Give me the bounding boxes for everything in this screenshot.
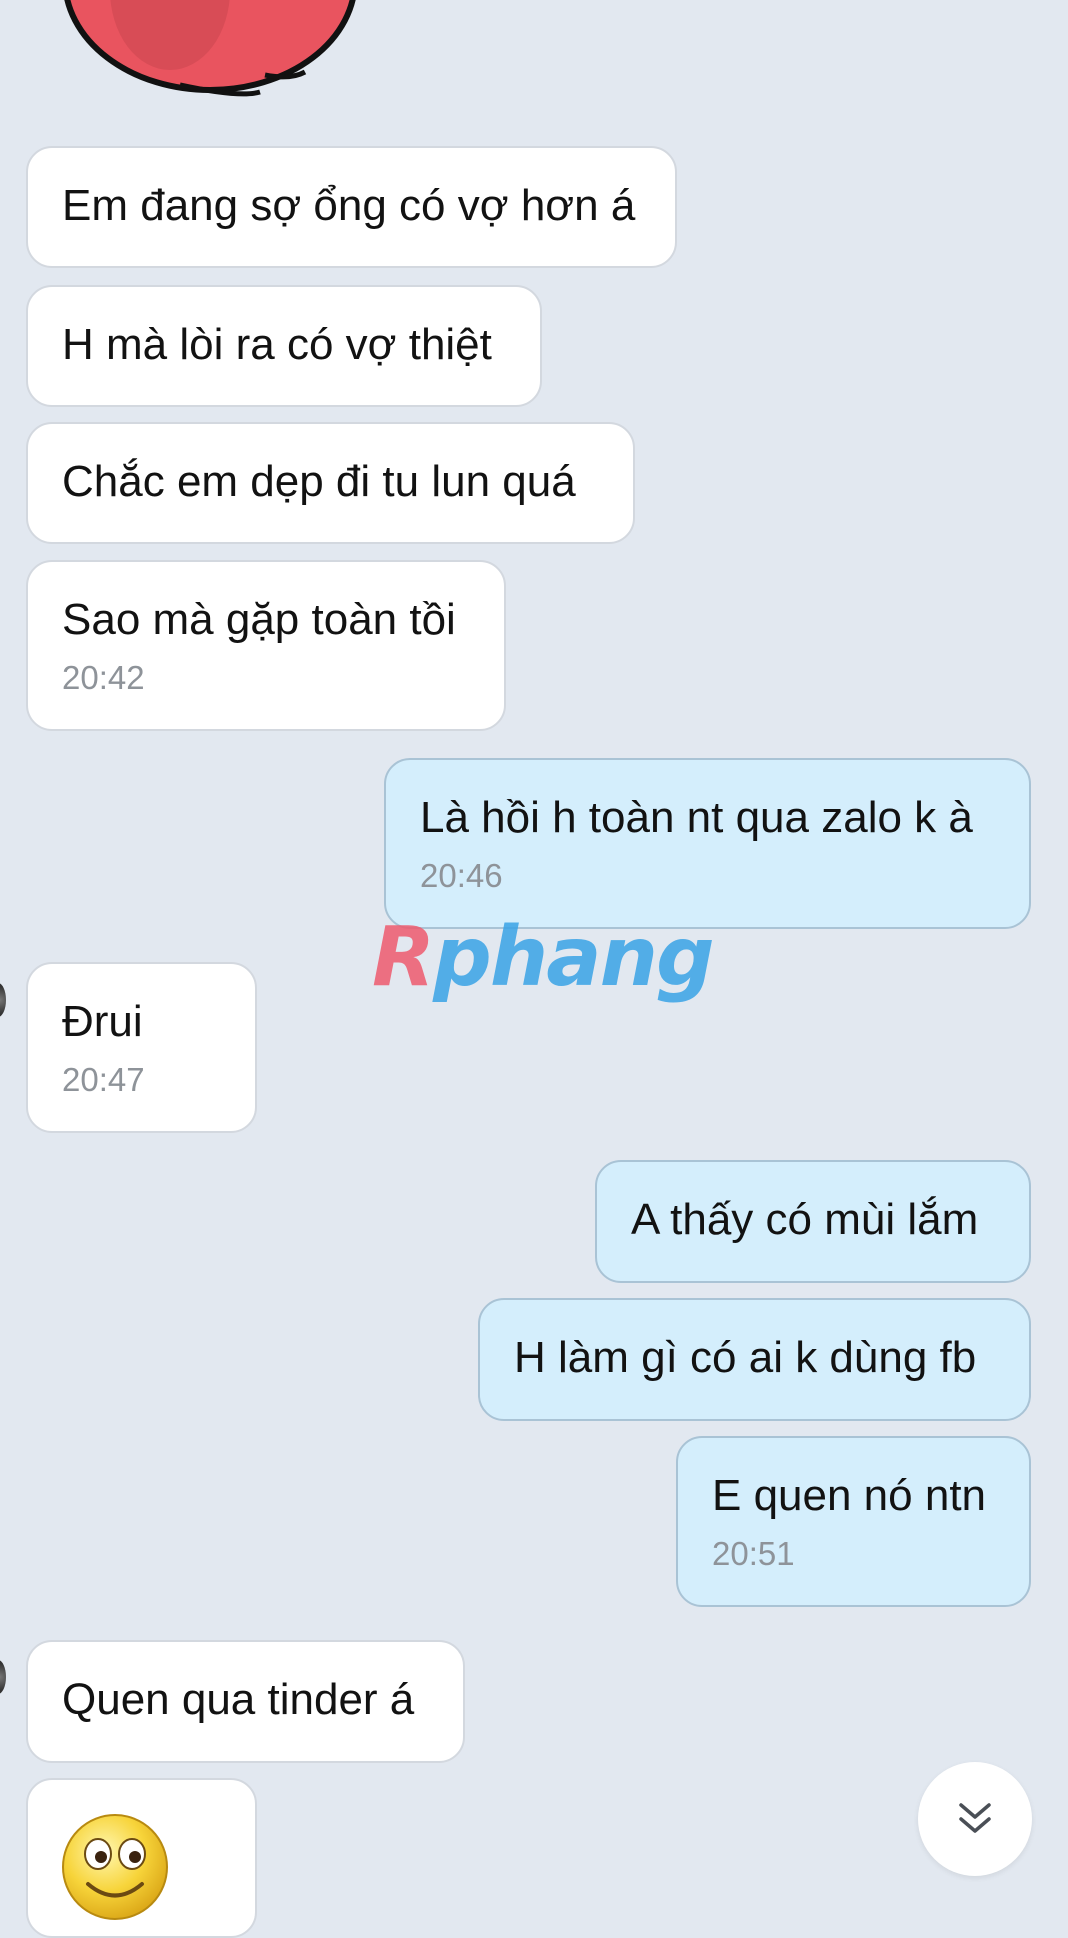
message-text: Là hồi h toàn nt qua zalo k à xyxy=(420,793,973,842)
message-bubble-incoming[interactable]: Em đang sợ ổng có vợ hơn á xyxy=(26,146,677,268)
message-text: Sao mà gặp toàn tồi xyxy=(62,595,456,644)
avatar[interactable] xyxy=(0,1660,6,1694)
message-text: Quen qua tinder á xyxy=(62,1675,415,1724)
message-text: H làm gì có ai k dùng fb xyxy=(514,1333,977,1382)
message-timestamp: 20:46 xyxy=(420,857,503,894)
chat-message-list[interactable]: Em đang sợ ổng có vợ hơn á H mà lòi ra c… xyxy=(0,0,1068,1938)
message-bubble-incoming[interactable]: H mà lòi ra có vợ thiệt xyxy=(26,285,542,407)
message-bubble-outgoing[interactable]: E quen nó ntn 20:51 xyxy=(676,1436,1031,1607)
watermark-logo: Rphang xyxy=(372,910,715,1005)
message-bubble-outgoing[interactable]: H làm gì có ai k dùng fb xyxy=(478,1298,1031,1421)
red-heart-sticker-icon xyxy=(64,0,356,97)
message-text: E quen nó ntn xyxy=(712,1471,987,1520)
message-bubble-incoming[interactable]: Sao mà gặp toàn tồi 20:42 xyxy=(26,560,506,731)
message-bubble-incoming[interactable]: Đrui 20:47 xyxy=(26,962,257,1133)
smiley-face-icon xyxy=(62,1814,168,1920)
message-text: Chắc em dẹp đi tu lun quá xyxy=(62,457,576,506)
message-bubble-incoming[interactable]: Quen qua tinder á xyxy=(26,1640,465,1763)
message-bubble-outgoing[interactable]: Là hồi h toàn nt qua zalo k à 20:46 xyxy=(384,758,1031,929)
scroll-to-bottom-button[interactable] xyxy=(918,1762,1032,1876)
message-bubble-incoming[interactable]: Chắc em dẹp đi tu lun quá xyxy=(26,422,635,544)
message-timestamp: 20:51 xyxy=(712,1535,795,1572)
message-text: A thấy có mùi lắm xyxy=(631,1195,979,1244)
avatar[interactable] xyxy=(0,983,6,1017)
message-timestamp: 20:42 xyxy=(62,659,145,696)
double-chevron-down-icon xyxy=(959,1803,991,1833)
message-text: Đrui xyxy=(62,997,143,1046)
message-timestamp: 20:47 xyxy=(62,1061,145,1098)
message-text: Em đang sợ ổng có vợ hơn á xyxy=(62,181,636,230)
message-text: H mà lòi ra có vợ thiệt xyxy=(62,320,492,369)
message-bubble-outgoing[interactable]: A thấy có mùi lắm xyxy=(595,1160,1031,1283)
